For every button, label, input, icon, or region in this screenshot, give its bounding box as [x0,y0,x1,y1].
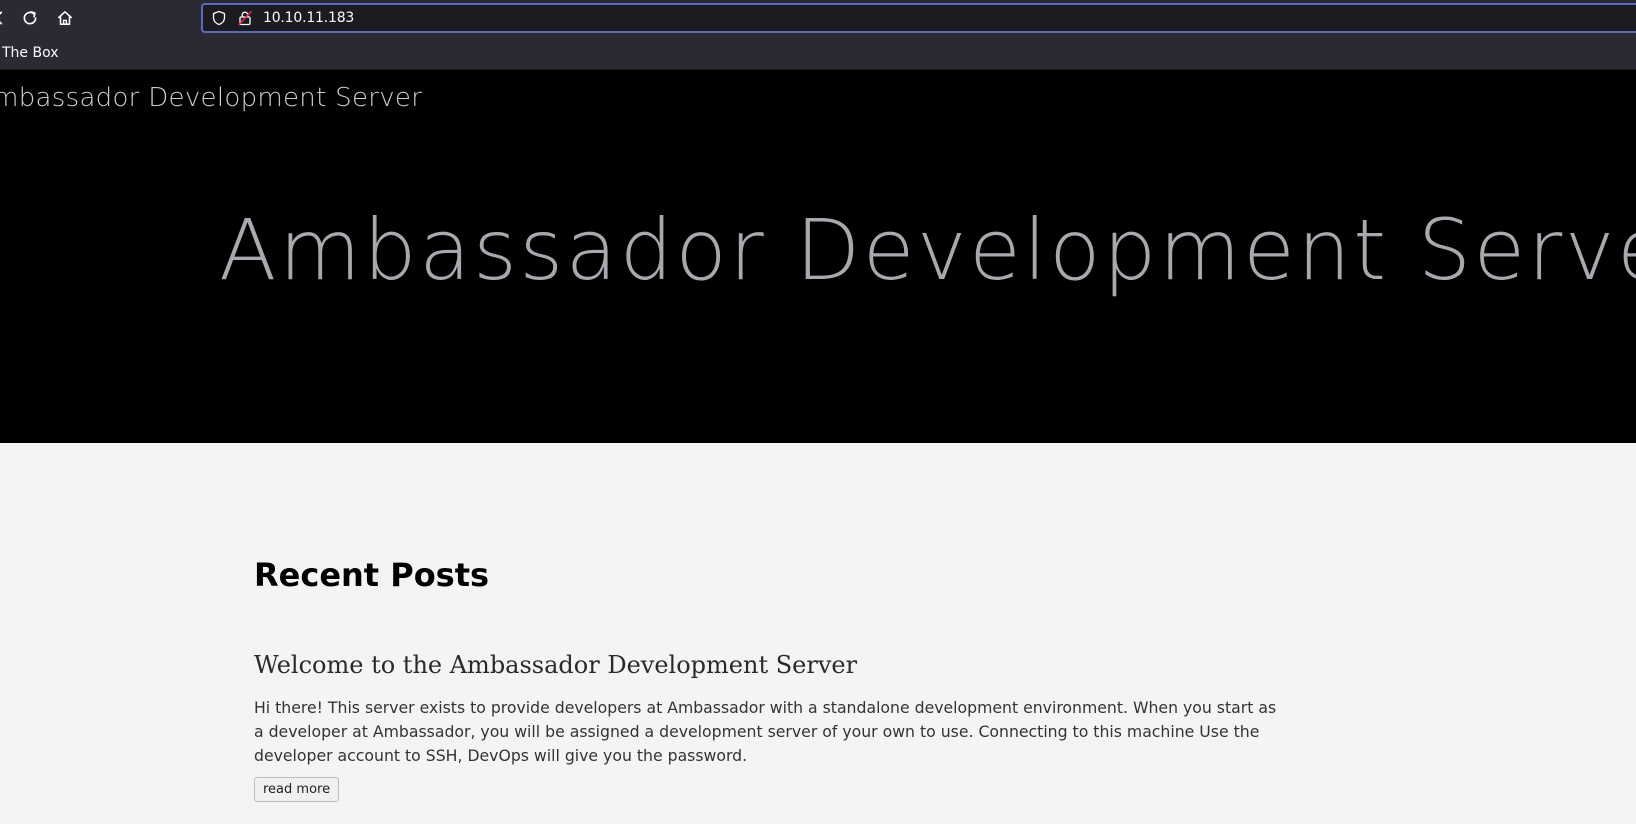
arrow-left-icon [0,11,3,25]
back-button[interactable] [0,7,10,29]
home-button[interactable] [54,7,76,29]
read-more-button[interactable]: read more [254,777,340,802]
site-header: Ambassador Development Server Ambassador… [0,70,1636,443]
insecure-lock-icon[interactable] [237,10,253,26]
url-text[interactable]: 10.10.11.183 [263,10,354,26]
post-title-link[interactable]: Welcome to the Ambassador Development Se… [254,650,857,680]
shield-icon[interactable] [211,10,227,26]
reload-icon [23,11,37,25]
bookmark-the-box[interactable]: The Box [2,45,59,61]
site-brand-link[interactable]: Ambassador Development Server [0,82,422,114]
hero-title: Ambassador Development Server [219,201,1636,299]
bookmarks-toolbar: The Box [0,37,1636,70]
home-icon [58,11,72,25]
recent-posts-heading: Recent Posts [254,556,490,594]
browser-toolbar: 10.10.11.183 [0,0,1636,37]
post-excerpt: Hi there! This server exists to provide … [254,698,1277,765]
reload-button[interactable] [19,7,41,29]
address-bar[interactable]: 10.10.11.183 [201,3,1636,33]
